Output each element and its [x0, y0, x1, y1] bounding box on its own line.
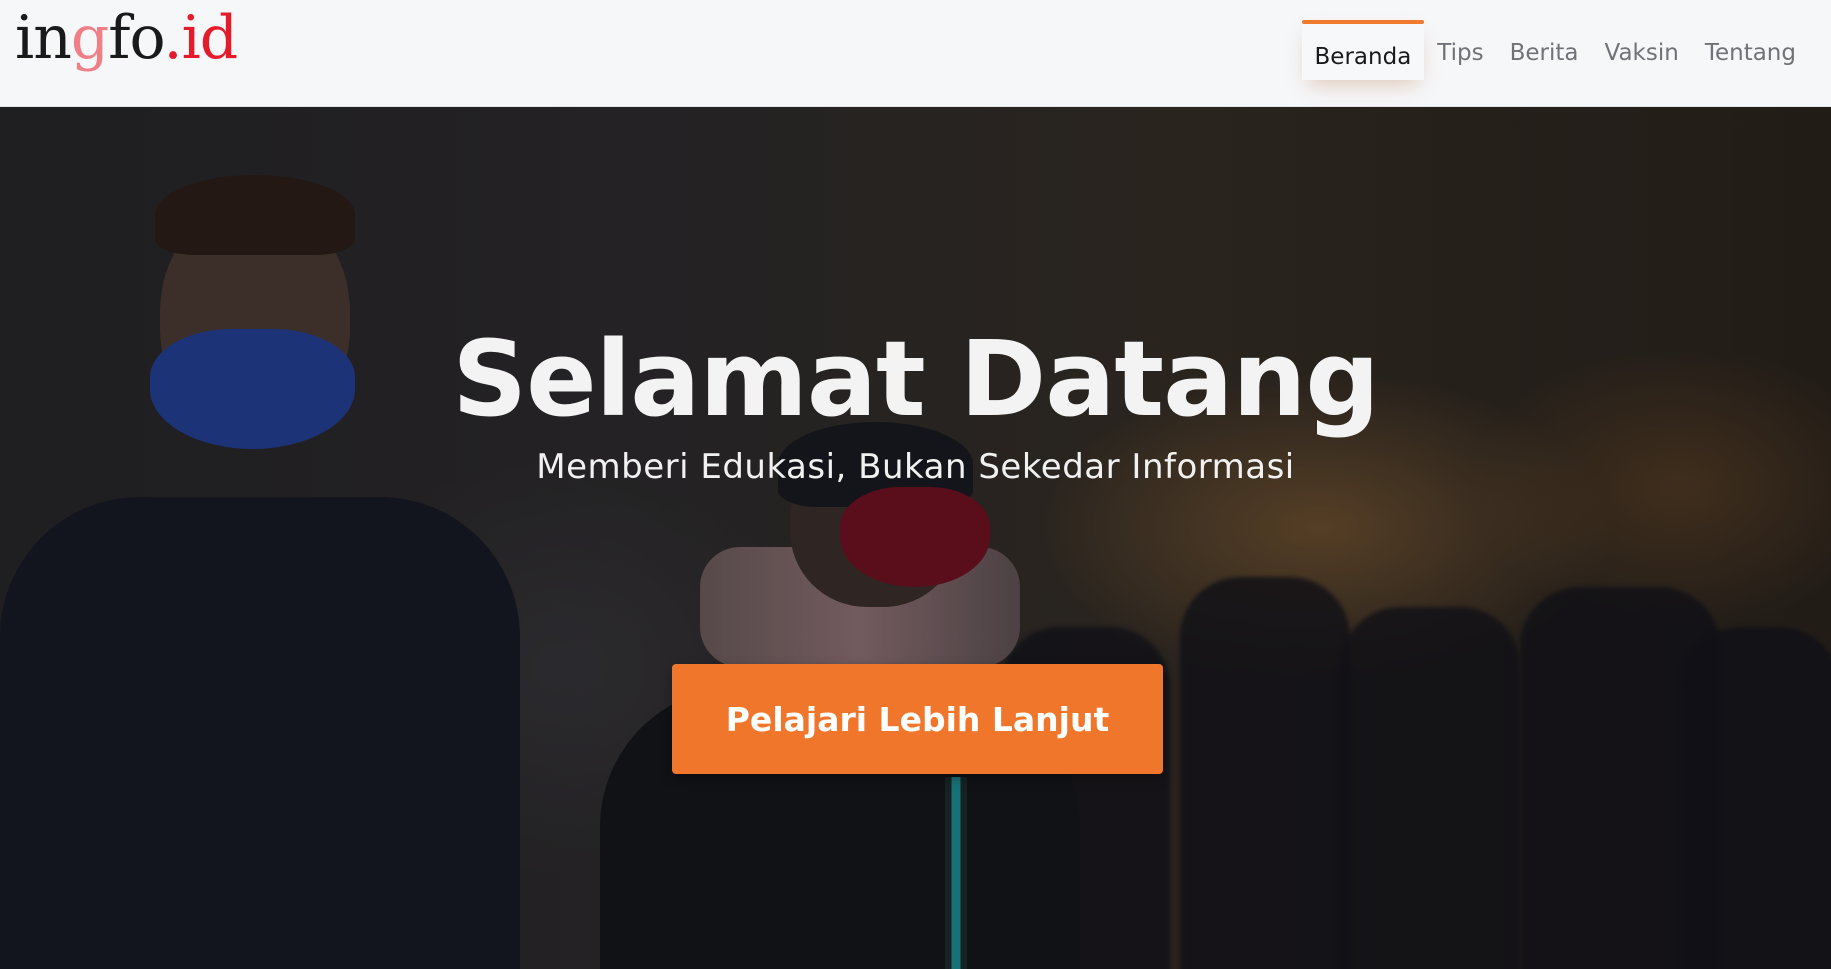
nav-item-beranda[interactable]: Beranda — [1301, 20, 1425, 80]
hero-section: Selamat Datang Memberi Edukasi, Bukan Se… — [0, 107, 1831, 969]
logo-text-part-2: g — [70, 3, 109, 73]
logo-text-part-1: in — [15, 3, 72, 73]
hero-content: Selamat Datang Memberi Edukasi, Bukan Se… — [0, 107, 1831, 969]
learn-more-button[interactable]: Pelajari Lebih Lanjut — [672, 664, 1163, 774]
nav-item-tips[interactable]: Tips — [1424, 20, 1496, 80]
logo-text-part-3: fo — [108, 3, 164, 73]
hero-title: Selamat Datang — [452, 318, 1380, 440]
nav-item-vaksin[interactable]: Vaksin — [1592, 20, 1692, 80]
nav-item-berita[interactable]: Berita — [1497, 20, 1592, 80]
nav-item-tentang[interactable]: Tentang — [1692, 20, 1809, 80]
logo-text-part-4: .id — [163, 3, 239, 73]
site-logo[interactable]: ingfo.id — [15, 8, 238, 68]
main-nav: Beranda Tips Berita Vaksin Tentang — [1301, 20, 1809, 90]
navbar: ingfo.id Beranda Tips Berita Vaksin Tent… — [0, 0, 1831, 107]
hero-subtitle: Memberi Edukasi, Bukan Sekedar Informasi — [536, 447, 1295, 487]
